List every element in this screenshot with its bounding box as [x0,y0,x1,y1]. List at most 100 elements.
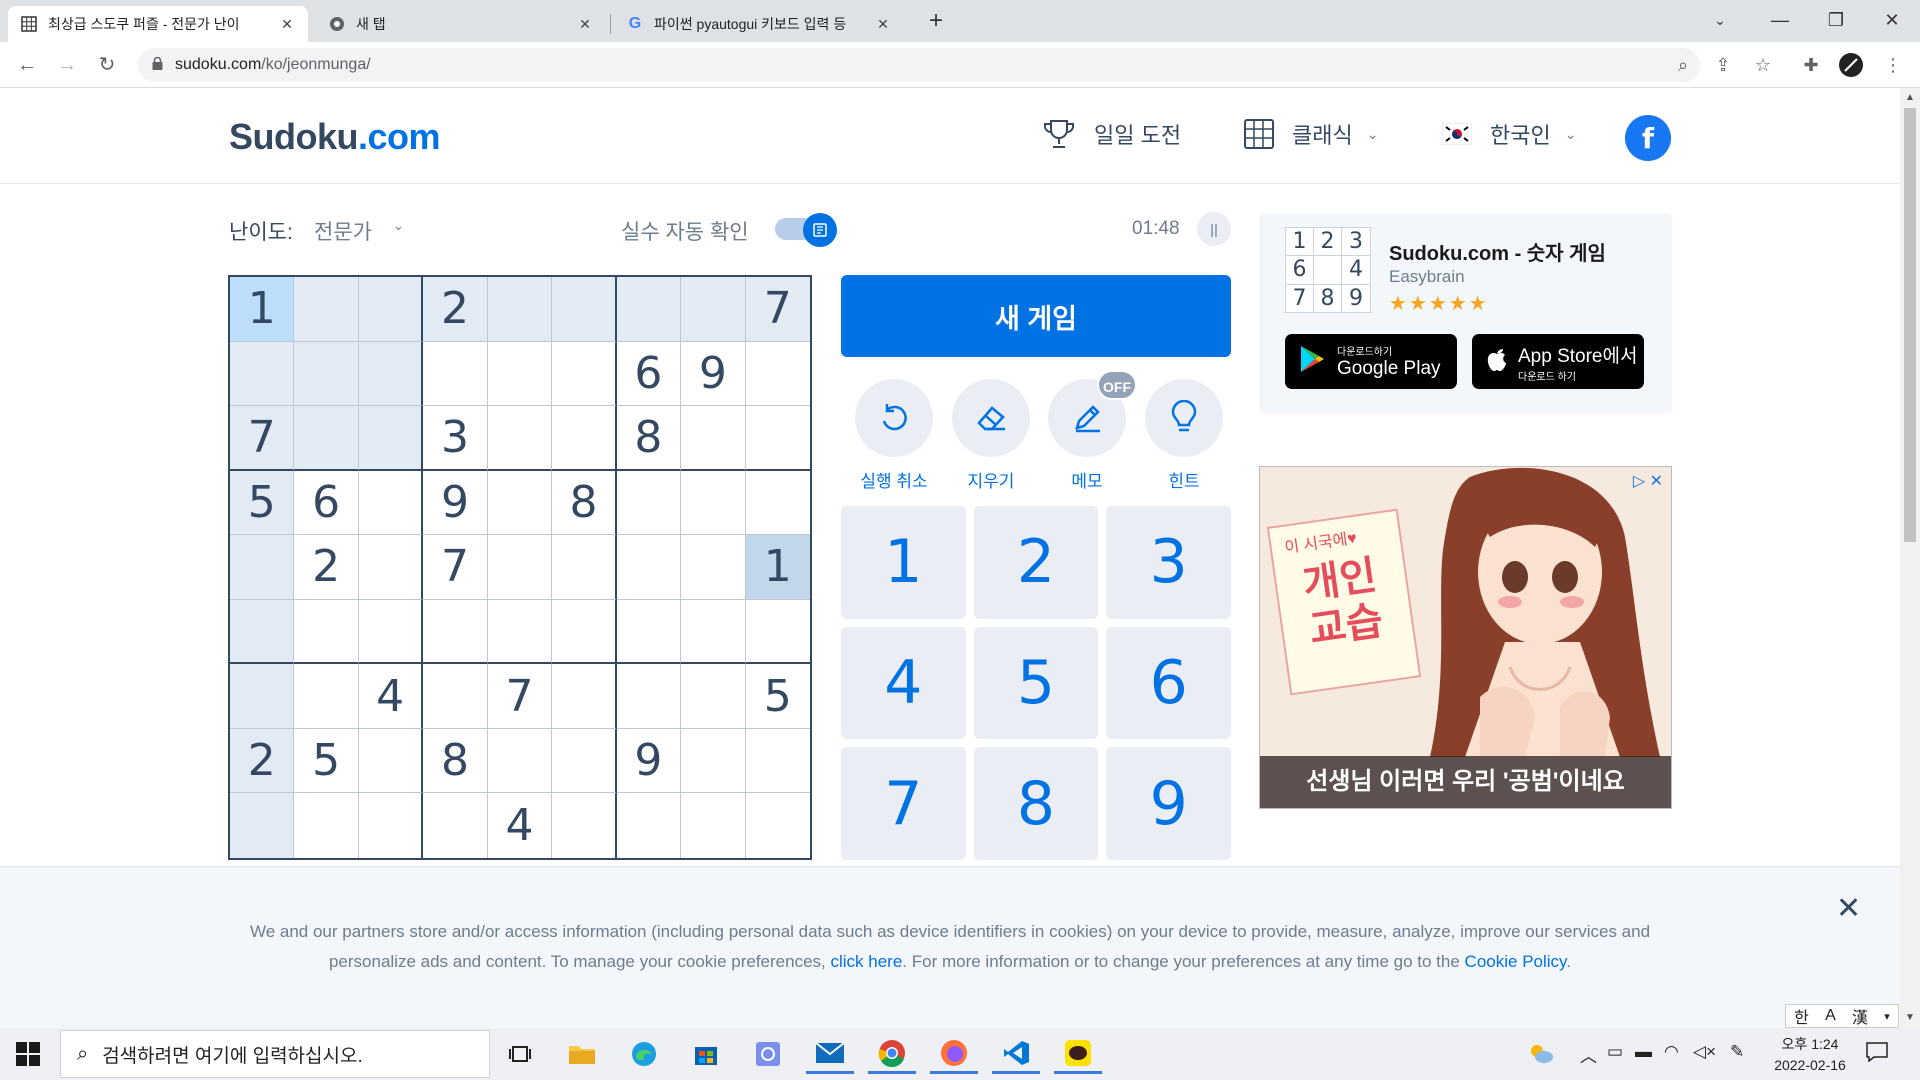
scroll-up-arrow[interactable]: ▲ [1902,92,1918,103]
numpad-button-2[interactable]: 2 [973,506,1099,619]
sudoku-cell[interactable]: 9 [423,470,488,536]
advertisement[interactable]: 이 시국에♥ 개인 교습 ▷ ✕ 선생님 이러면 우리 '공범'이네요 [1259,466,1672,809]
ad-close-icon[interactable]: ✕ [1650,473,1663,490]
sudoku-cell[interactable]: 3 [423,406,488,471]
numpad-button-7[interactable]: 7 [841,747,966,860]
sudoku-cell[interactable] [423,664,488,729]
site-logo[interactable]: Sudoku.com [229,116,441,158]
sudoku-cell[interactable] [746,793,810,858]
sudoku-cell[interactable] [681,728,746,794]
task-view-icon[interactable] [496,1034,544,1074]
sudoku-cell[interactable] [294,277,359,342]
chevron-down-icon[interactable]: ⌄ [393,218,404,234]
sudoku-cell[interactable] [617,793,682,858]
sudoku-cell[interactable]: 7 [230,406,295,471]
notification-icon[interactable] [1866,1042,1888,1067]
nav-classic[interactable]: 클래식 ⌄ [1244,118,1378,150]
sudoku-cell[interactable]: 8 [616,406,682,471]
sudoku-cell[interactable] [487,599,553,665]
minimize-button[interactable]: — [1752,0,1808,42]
promo-title[interactable]: Sudoku.com - 숫자 게임 [1389,237,1606,266]
sudoku-cell[interactable]: 4 [488,793,553,858]
nav-language[interactable]: 한국인 ⌄ [1442,118,1576,150]
zoom-icon[interactable]: ⌕ [1668,50,1698,80]
sudoku-cell[interactable] [358,535,424,600]
sudoku-cell[interactable]: 6 [616,341,682,407]
sudoku-cell[interactable] [616,535,682,600]
sudoku-cell[interactable] [358,406,424,471]
profile-avatar[interactable] [1836,50,1866,80]
sudoku-cell[interactable]: 2 [230,728,295,794]
sudoku-cell[interactable] [552,664,617,729]
sudoku-cell[interactable]: 4 [358,664,424,729]
pen-icon[interactable]: ✎ [1730,1042,1744,1062]
extensions-icon[interactable]: ✚ [1796,50,1826,80]
nav-daily-challenge[interactable]: 일일 도전 [1042,118,1181,150]
sudoku-cell[interactable] [487,535,553,600]
sudoku-cell[interactable] [230,341,295,407]
kakaotalk-icon[interactable] [1054,1034,1102,1074]
tab-google[interactable]: G 파이썬 pyautogui 키보드 입력 등 ✕ [614,6,904,42]
close-tab-icon[interactable]: ✕ [874,16,892,33]
new-game-button[interactable]: 새 게임 [841,275,1231,357]
forward-button[interactable]: → [52,50,82,80]
difficulty-select[interactable]: 전문가 [314,216,372,246]
undo-button[interactable]: 실행 취소 [855,379,933,492]
sudoku-cell[interactable] [487,277,553,342]
sudoku-cell[interactable] [552,793,617,858]
sudoku-cell[interactable]: 9 [616,728,682,794]
sudoku-cell[interactable] [230,793,295,858]
maximize-button[interactable]: ❐ [1808,0,1864,42]
sudoku-cell[interactable] [487,728,553,794]
sudoku-cell[interactable]: 5 [745,664,810,729]
sudoku-cell[interactable] [294,406,359,471]
sudoku-cell[interactable] [616,470,682,536]
sudoku-cell[interactable] [294,599,359,665]
reload-button[interactable]: ↻ [92,50,122,80]
weather-icon[interactable] [1527,1042,1555,1069]
tab-search-chevron-icon[interactable]: ⌄ [1692,0,1748,42]
sudoku-cell[interactable]: 1 [745,535,810,600]
numpad-button-6[interactable]: 6 [1106,626,1231,740]
sudoku-cell[interactable] [423,341,488,407]
pause-button[interactable]: || [1197,212,1231,246]
sudoku-cell[interactable] [358,277,424,342]
sudoku-cell[interactable] [358,728,424,794]
device-icon[interactable]: ▭ [1607,1042,1623,1062]
sudoku-cell[interactable] [359,793,424,858]
sudoku-cell[interactable] [681,277,746,342]
autocheck-toggle-knob-icon[interactable] [803,213,837,247]
sudoku-cell[interactable]: 9 [681,341,746,407]
ime-alpha[interactable]: A [1825,1007,1836,1025]
ad-choices-icon[interactable]: ▷ ✕ [1633,471,1663,491]
file-explorer-icon[interactable] [558,1034,606,1074]
sudoku-cell[interactable] [552,599,617,665]
sudoku-cell[interactable]: 1 [230,277,295,342]
sudoku-cell[interactable]: 2 [423,277,488,342]
sudoku-cell[interactable] [294,664,359,729]
sudoku-cell[interactable] [552,277,617,342]
sudoku-cell[interactable] [552,535,617,600]
ime-hangul[interactable]: 한 [1794,1004,1809,1028]
erase-button[interactable]: 지우기 [952,379,1030,492]
new-tab-button[interactable]: + [922,8,950,36]
close-window-button[interactable]: ✕ [1864,0,1920,42]
chrome-menu-icon[interactable]: ⋮ [1878,50,1908,80]
sudoku-cell[interactable] [423,793,488,858]
share-icon[interactable]: ⇪ [1708,50,1738,80]
sudoku-cell[interactable] [294,793,359,858]
sudoku-cell[interactable] [487,406,553,471]
sudoku-cell[interactable] [616,277,682,342]
numpad-button-1[interactable]: 1 [841,506,966,619]
sudoku-cell[interactable] [230,664,295,729]
sudoku-cell[interactable] [616,599,682,665]
vscode-icon[interactable] [992,1034,1040,1074]
sudoku-cell[interactable] [358,470,424,536]
taskbar-search-box[interactable]: ⌕ 검색하려면 여기에 입력하십시오. [60,1030,490,1078]
numpad-button-9[interactable]: 9 [1106,747,1231,860]
close-tab-icon[interactable]: ✕ [576,16,594,33]
tab-sudoku[interactable]: 최상급 스도쿠 퍼즐 - 전문가 난이 ✕ [8,6,308,42]
sudoku-cell[interactable] [681,599,746,665]
sudoku-cell[interactable] [358,341,424,407]
numpad-button-3[interactable]: 3 [1106,506,1231,619]
